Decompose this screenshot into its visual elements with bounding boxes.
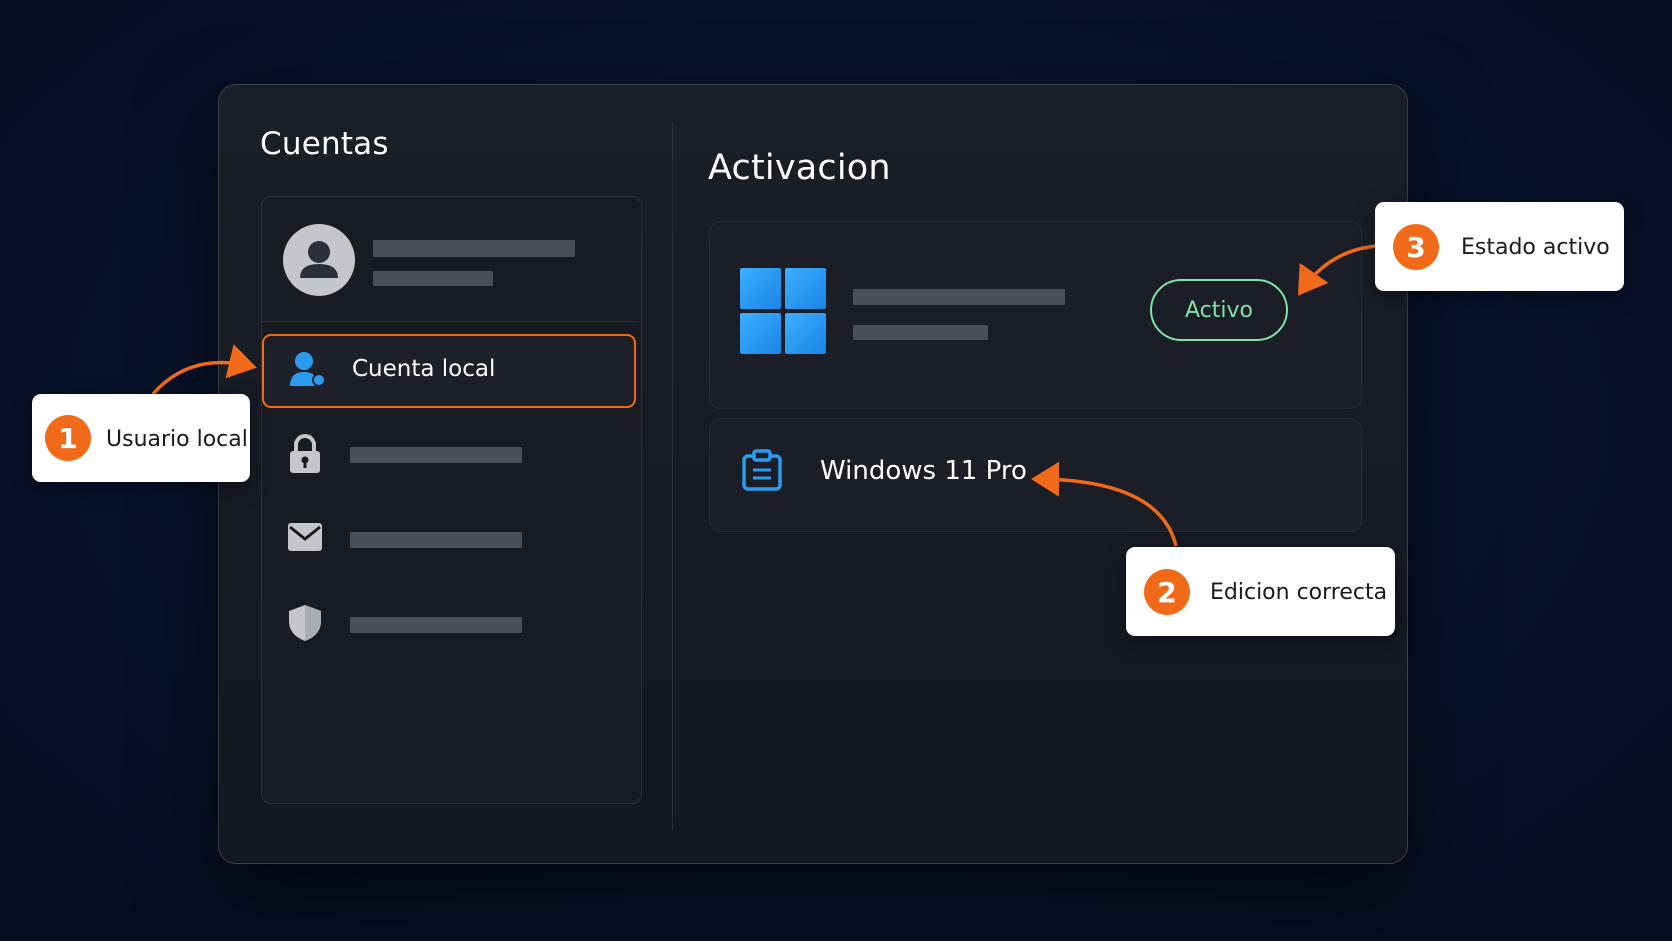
- callout-2-text: Edicion correcta: [1210, 580, 1388, 605]
- callout-3-badge: 3: [1393, 224, 1439, 270]
- callout-2-badge: 2: [1144, 569, 1190, 615]
- arrow-1: [151, 344, 257, 396]
- arrow-3: [1297, 244, 1378, 296]
- arrow-2: [1031, 461, 1178, 547]
- annotation-arrows: [151, 244, 1378, 547]
- callout-1-text: Usuario local: [106, 427, 248, 452]
- callout-3-text: Estado activo: [1461, 235, 1610, 260]
- callout-1-badge: 1: [45, 415, 91, 461]
